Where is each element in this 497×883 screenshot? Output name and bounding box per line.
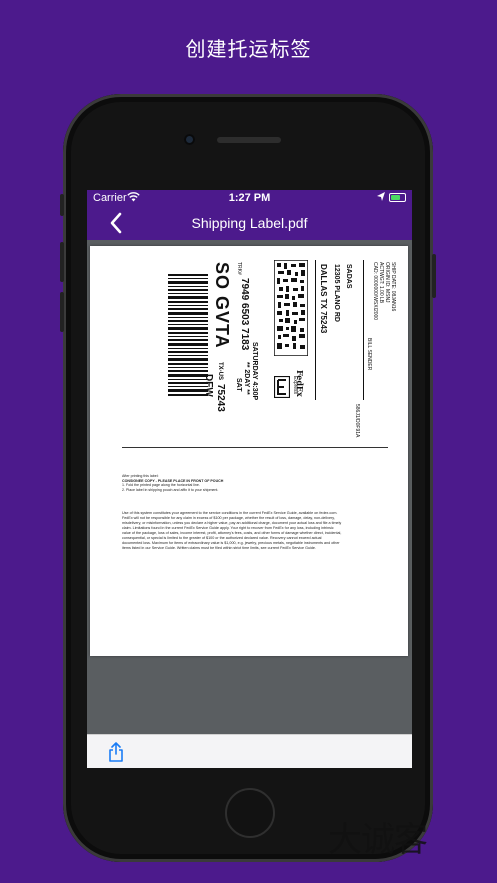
barcode-1d bbox=[168, 274, 208, 396]
headline: 创建托运标签 bbox=[185, 37, 312, 61]
sub-code: 75243 bbox=[215, 384, 226, 412]
label-divider bbox=[315, 260, 316, 400]
dfw-code: DFW bbox=[203, 374, 214, 397]
tracking-number: 7949 6503 7183 bbox=[239, 278, 250, 351]
terms-paragraph: Use of this system constitutes your agre… bbox=[122, 511, 342, 550]
bottom-toolbar bbox=[87, 734, 412, 768]
service-type: ** 2DAY ** bbox=[243, 362, 250, 395]
earpiece bbox=[217, 137, 281, 143]
label-divider-2 bbox=[363, 260, 364, 400]
screen: Carrier 1:27 PM Shipping Label.pdf SO GV… bbox=[87, 190, 412, 768]
tracking-prefix: TRK# bbox=[236, 262, 242, 275]
location-icon bbox=[377, 192, 385, 201]
nav-title: Shipping Label.pdf bbox=[191, 215, 308, 231]
cad-number: CAD: 0000000/WSXI2000 bbox=[372, 262, 378, 321]
front-camera bbox=[184, 134, 195, 145]
express-e-icon bbox=[274, 376, 290, 398]
volume-up-button bbox=[60, 242, 64, 282]
actual-weight: ACTWGT: 1.00 LB bbox=[378, 262, 384, 304]
status-bar: Carrier 1:27 PM bbox=[87, 190, 412, 206]
fedex-express-text: Express bbox=[292, 376, 298, 395]
origin-id: ORIGIN ID: MSNJ bbox=[384, 262, 390, 303]
shipping-label: SO GVTA 7949 6503 7183 TRK# TX-US DFW 75… bbox=[150, 258, 400, 437]
destination-company: SADAS bbox=[345, 264, 352, 289]
clock: 1:27 PM bbox=[228, 192, 271, 204]
printing-instructions: After printing this label: CONSIGNEE COP… bbox=[122, 474, 272, 492]
nav-bar: Shipping Label.pdf bbox=[87, 206, 412, 240]
destination-city: DALLAS TX 75243 bbox=[319, 264, 328, 334]
bill-sender: BILL SENDER bbox=[366, 338, 372, 371]
pdf-page[interactable]: SO GVTA 7949 6503 7183 TRK# TX-US DFW 75… bbox=[90, 246, 408, 656]
volume-down-button bbox=[60, 292, 64, 332]
mute-switch bbox=[60, 194, 64, 216]
ship-date: SHIP DATE: 08JAN16 bbox=[390, 262, 396, 312]
power-button bbox=[432, 254, 436, 298]
sat-label: SAT bbox=[235, 378, 242, 392]
destination-street: 12305 PLANO RD bbox=[333, 264, 340, 322]
fold-line bbox=[122, 447, 388, 448]
home-button[interactable] bbox=[225, 788, 275, 838]
reference-number: 586J1/D0F91A bbox=[354, 404, 360, 438]
zone-code: TX-US bbox=[217, 362, 223, 380]
delivery-day: SATURDAY 4:30P bbox=[251, 342, 258, 401]
share-icon[interactable] bbox=[107, 742, 125, 762]
instruction-line: 2. Place label in shipping pouch and aff… bbox=[122, 487, 219, 492]
route-code: SO GVTA bbox=[212, 262, 232, 349]
battery-icon bbox=[389, 193, 406, 202]
barcode-2d bbox=[274, 260, 308, 356]
watermark-logo: 大诚客 bbox=[328, 820, 428, 860]
